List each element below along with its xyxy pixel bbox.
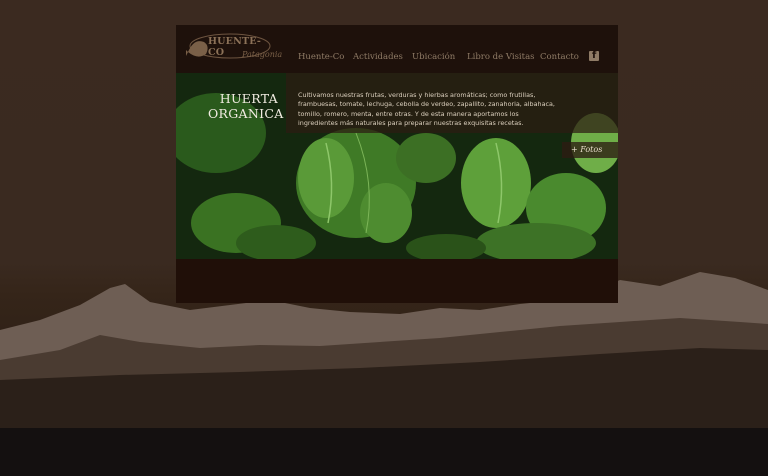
nav-item-huente-co[interactable]: Huente-Co <box>298 52 344 62</box>
header: HUENTE-CO Patagonia Huente-Co Actividade… <box>176 25 618 73</box>
brand-tagline: Patagonia <box>242 50 283 59</box>
title-line-1: HUERTA <box>219 91 278 106</box>
description-text: Cultivamos nuestras frutas, verduras y h… <box>298 91 555 128</box>
site-panel: HUENTE-CO Patagonia Huente-Co Actividade… <box>176 25 618 303</box>
photos-label: + Fotos <box>571 145 603 154</box>
page-title: HUERTA ORGANICA <box>208 91 284 121</box>
photos-button[interactable]: + Fotos <box>562 142 618 158</box>
content-footer <box>176 259 618 303</box>
nav-item-contacto[interactable]: Contacto <box>540 52 579 62</box>
nav-item-actividades[interactable]: Actividades <box>353 52 403 62</box>
brand-logo[interactable]: HUENTE-CO Patagonia <box>184 30 282 68</box>
title-line-2: ORGANICA <box>208 105 284 121</box>
description-panel: Cultivamos nuestras frutas, verduras y h… <box>286 73 618 133</box>
nav-item-ubicacion[interactable]: Ubicación <box>412 52 455 62</box>
facebook-icon[interactable]: f <box>589 50 599 61</box>
nav-item-libro-de-visitas[interactable]: Libro de Visitas <box>467 52 535 62</box>
